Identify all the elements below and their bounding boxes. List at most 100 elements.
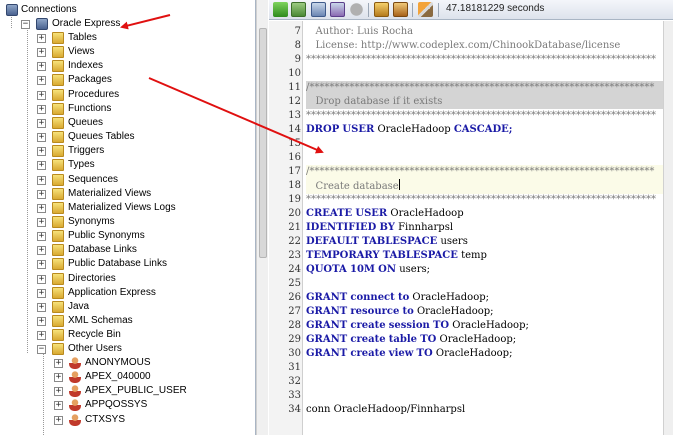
expand-toggle-icon[interactable]: − [37,345,46,354]
expand-toggle-icon[interactable]: + [37,204,46,213]
code-line[interactable]: conn OracleHadoop/Finnharpsl [306,403,663,417]
expand-toggle-icon[interactable]: + [37,331,46,340]
tree-node[interactable]: + Functions [0,102,255,116]
expand-toggle-icon[interactable]: + [54,359,63,368]
tree-node-label: Java [68,301,90,312]
code-line[interactable]: License: http://www.codeplex.com/Chinook… [306,39,663,53]
expand-toggle-icon[interactable]: + [37,62,46,71]
expand-toggle-icon[interactable]: + [37,105,46,114]
autotrace-icon[interactable] [374,2,389,17]
code-line[interactable]: GRANT resource to OracleHadoop; [306,305,663,319]
expand-toggle-icon[interactable]: + [37,317,46,326]
expand-toggle-icon[interactable]: + [37,260,46,269]
tree-node[interactable]: + Packages [0,73,255,87]
tree-node[interactable]: + Synonyms [0,215,255,229]
tree-node[interactable]: + Queues [0,116,255,130]
tree-node[interactable]: + Types [0,158,255,172]
tree-node[interactable]: + Views [0,45,255,59]
code-line[interactable]: IDENTIFIED BY Finnharpsl [306,221,663,235]
code-line[interactable]: Drop database if it exists [306,95,663,109]
expand-toggle-icon[interactable]: + [37,119,46,128]
expand-toggle-icon[interactable]: + [37,133,46,142]
expand-toggle-icon[interactable]: + [37,275,46,284]
tree-node[interactable]: + Recycle Bin [0,328,255,342]
tree-scrollbar[interactable] [256,0,268,435]
tree-user-node[interactable]: + APEX_040000 [0,370,255,384]
tree-scrollbar-thumb[interactable] [259,28,267,258]
expand-toggle-icon[interactable]: + [37,34,46,43]
tree-node[interactable]: + Directories [0,272,255,286]
cancel-icon[interactable] [349,2,364,17]
tree-user-node[interactable]: + ANONYMOUS [0,356,255,370]
tree-node[interactable]: + Indexes [0,59,255,73]
expand-toggle-icon[interactable]: + [54,387,63,396]
expand-toggle-icon[interactable]: + [54,401,63,410]
tree-node[interactable]: + Application Express [0,286,255,300]
explain-plan-icon[interactable] [393,2,408,17]
expand-toggle-icon[interactable]: − [21,20,30,29]
tree-node[interactable]: − Other Users [0,342,255,356]
expand-toggle-icon[interactable]: + [37,246,46,255]
expand-toggle-icon[interactable]: + [54,373,63,382]
tree-node-label: Public Synonyms [68,230,145,241]
code-line[interactable]: ****************************************… [306,109,663,123]
code-line[interactable]: GRANT create view TO OracleHadoop; [306,347,663,361]
tree-node[interactable]: + Procedures [0,88,255,102]
code-line[interactable]: ****************************************… [306,193,663,207]
code-line[interactable]: GRANT connect to OracleHadoop; [306,291,663,305]
code-line[interactable]: DEFAULT TABLESPACE users [306,235,663,249]
expand-toggle-icon[interactable]: + [37,218,46,227]
tree-node-label: XML Schemas [68,315,133,326]
expand-toggle-icon[interactable]: + [37,91,46,100]
code-line[interactable]: Author: Luis Rocha [306,25,663,39]
expand-toggle-icon[interactable]: + [37,190,46,199]
code-line[interactable]: CREATE USER OracleHadoop [306,207,663,221]
tree-node[interactable]: + Triggers [0,144,255,158]
expand-toggle-icon[interactable]: + [37,48,46,57]
tree-node[interactable]: + Sequences [0,173,255,187]
expand-toggle-icon[interactable]: + [37,232,46,241]
expand-toggle-icon[interactable]: + [37,147,46,156]
run-icon[interactable] [273,2,288,17]
expand-toggle-icon[interactable]: + [37,76,46,85]
code-line[interactable]: GRANT create table TO OracleHadoop; [306,333,663,347]
clear-icon[interactable] [418,2,433,17]
editor-scrollbar[interactable] [663,21,673,435]
tree-node[interactable]: + Java [0,300,255,314]
expand-toggle-icon[interactable]: + [37,176,46,185]
tree-node[interactable]: + Materialized Views [0,187,255,201]
expand-toggle-icon[interactable]: + [37,289,46,298]
tree-node[interactable]: + Database Links [0,243,255,257]
tree-node[interactable]: + Materialized Views Logs [0,201,255,215]
tree-node[interactable]: + Queues Tables [0,130,255,144]
tree-node[interactable]: + XML Schemas [0,314,255,328]
tree-user-node-icon [69,399,81,411]
run-script-icon[interactable] [291,2,306,17]
code-line[interactable]: GRANT create session TO OracleHadoop; [306,319,663,333]
code-line[interactable]: ****************************************… [306,53,663,67]
code-line[interactable]: DROP USER OracleHadoop CASCADE; [306,123,663,137]
expand-toggle-icon[interactable]: + [54,416,63,425]
elapsed-time: 47.18181229 seconds [446,3,545,14]
tree-node-label: Sequences [68,174,119,185]
tree-node[interactable]: + Public Database Links [0,257,255,271]
sql-editor[interactable]: 7 8 9 10 11 12 13 14 15 16 17 18 19 20 21 22 23 24 25 26 27 2… [269,21,663,435]
tree-node[interactable]: + Public Synonyms [0,229,255,243]
expand-toggle-icon[interactable]: + [37,161,46,170]
code-line[interactable]: /***************************************… [306,81,663,95]
code-line[interactable]: Create database [306,179,663,194]
expand-toggle-icon[interactable]: + [37,303,46,312]
connections-tree[interactable]: Connections − Oracle Express + Tables + Views +… [0,0,256,435]
code-line[interactable]: QUOTA 10M ON users; [306,263,663,277]
tree-user-node[interactable]: + APEX_PUBLIC_USER [0,384,255,398]
code-line[interactable]: /***************************************… [306,165,663,179]
rollback-icon[interactable] [330,2,345,17]
commit-icon[interactable] [311,2,326,17]
connections-root[interactable]: Connections [0,3,255,17]
tree-node[interactable]: + Tables [0,31,255,45]
code-line[interactable]: TEMPORARY TABLESPACE temp [306,249,663,263]
tree-user-node[interactable]: + APPQOSSYS [0,398,255,412]
connection-oracle-express[interactable]: − Oracle Express [0,17,255,31]
tree-node-icon [52,145,64,157]
tree-user-node[interactable]: + CTXSYS [0,413,255,427]
